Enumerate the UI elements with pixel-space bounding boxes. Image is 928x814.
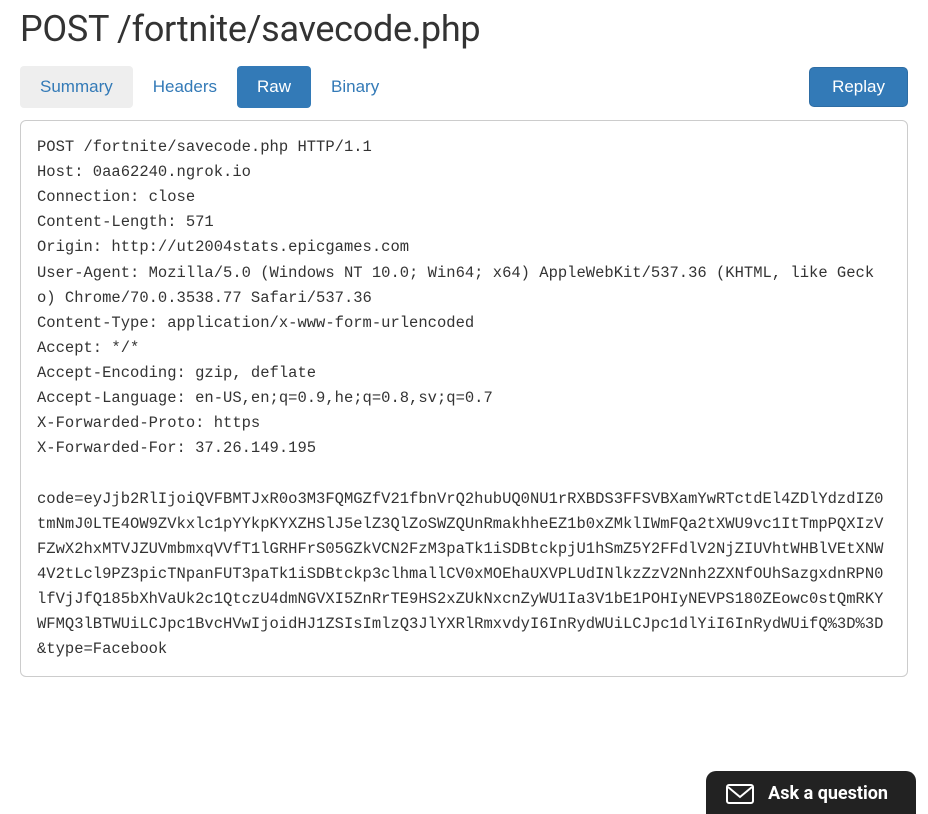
tab-raw[interactable]: Raw (237, 66, 311, 108)
tab-headers[interactable]: Headers (133, 66, 237, 108)
tab-summary[interactable]: Summary (20, 66, 133, 108)
raw-request-panel[interactable]: POST /fortnite/savecode.php HTTP/1.1 Hos… (20, 120, 908, 677)
ask-question-widget[interactable]: Ask a question (706, 771, 916, 814)
tabs: Summary Headers Raw Binary (20, 66, 399, 108)
ask-question-label: Ask a question (768, 783, 888, 804)
tab-binary[interactable]: Binary (311, 66, 399, 108)
replay-button[interactable]: Replay (809, 67, 908, 107)
page-title: POST /fortnite/savecode.php (20, 0, 908, 66)
mail-icon (726, 784, 754, 804)
toolbar: Summary Headers Raw Binary Replay (20, 66, 908, 108)
